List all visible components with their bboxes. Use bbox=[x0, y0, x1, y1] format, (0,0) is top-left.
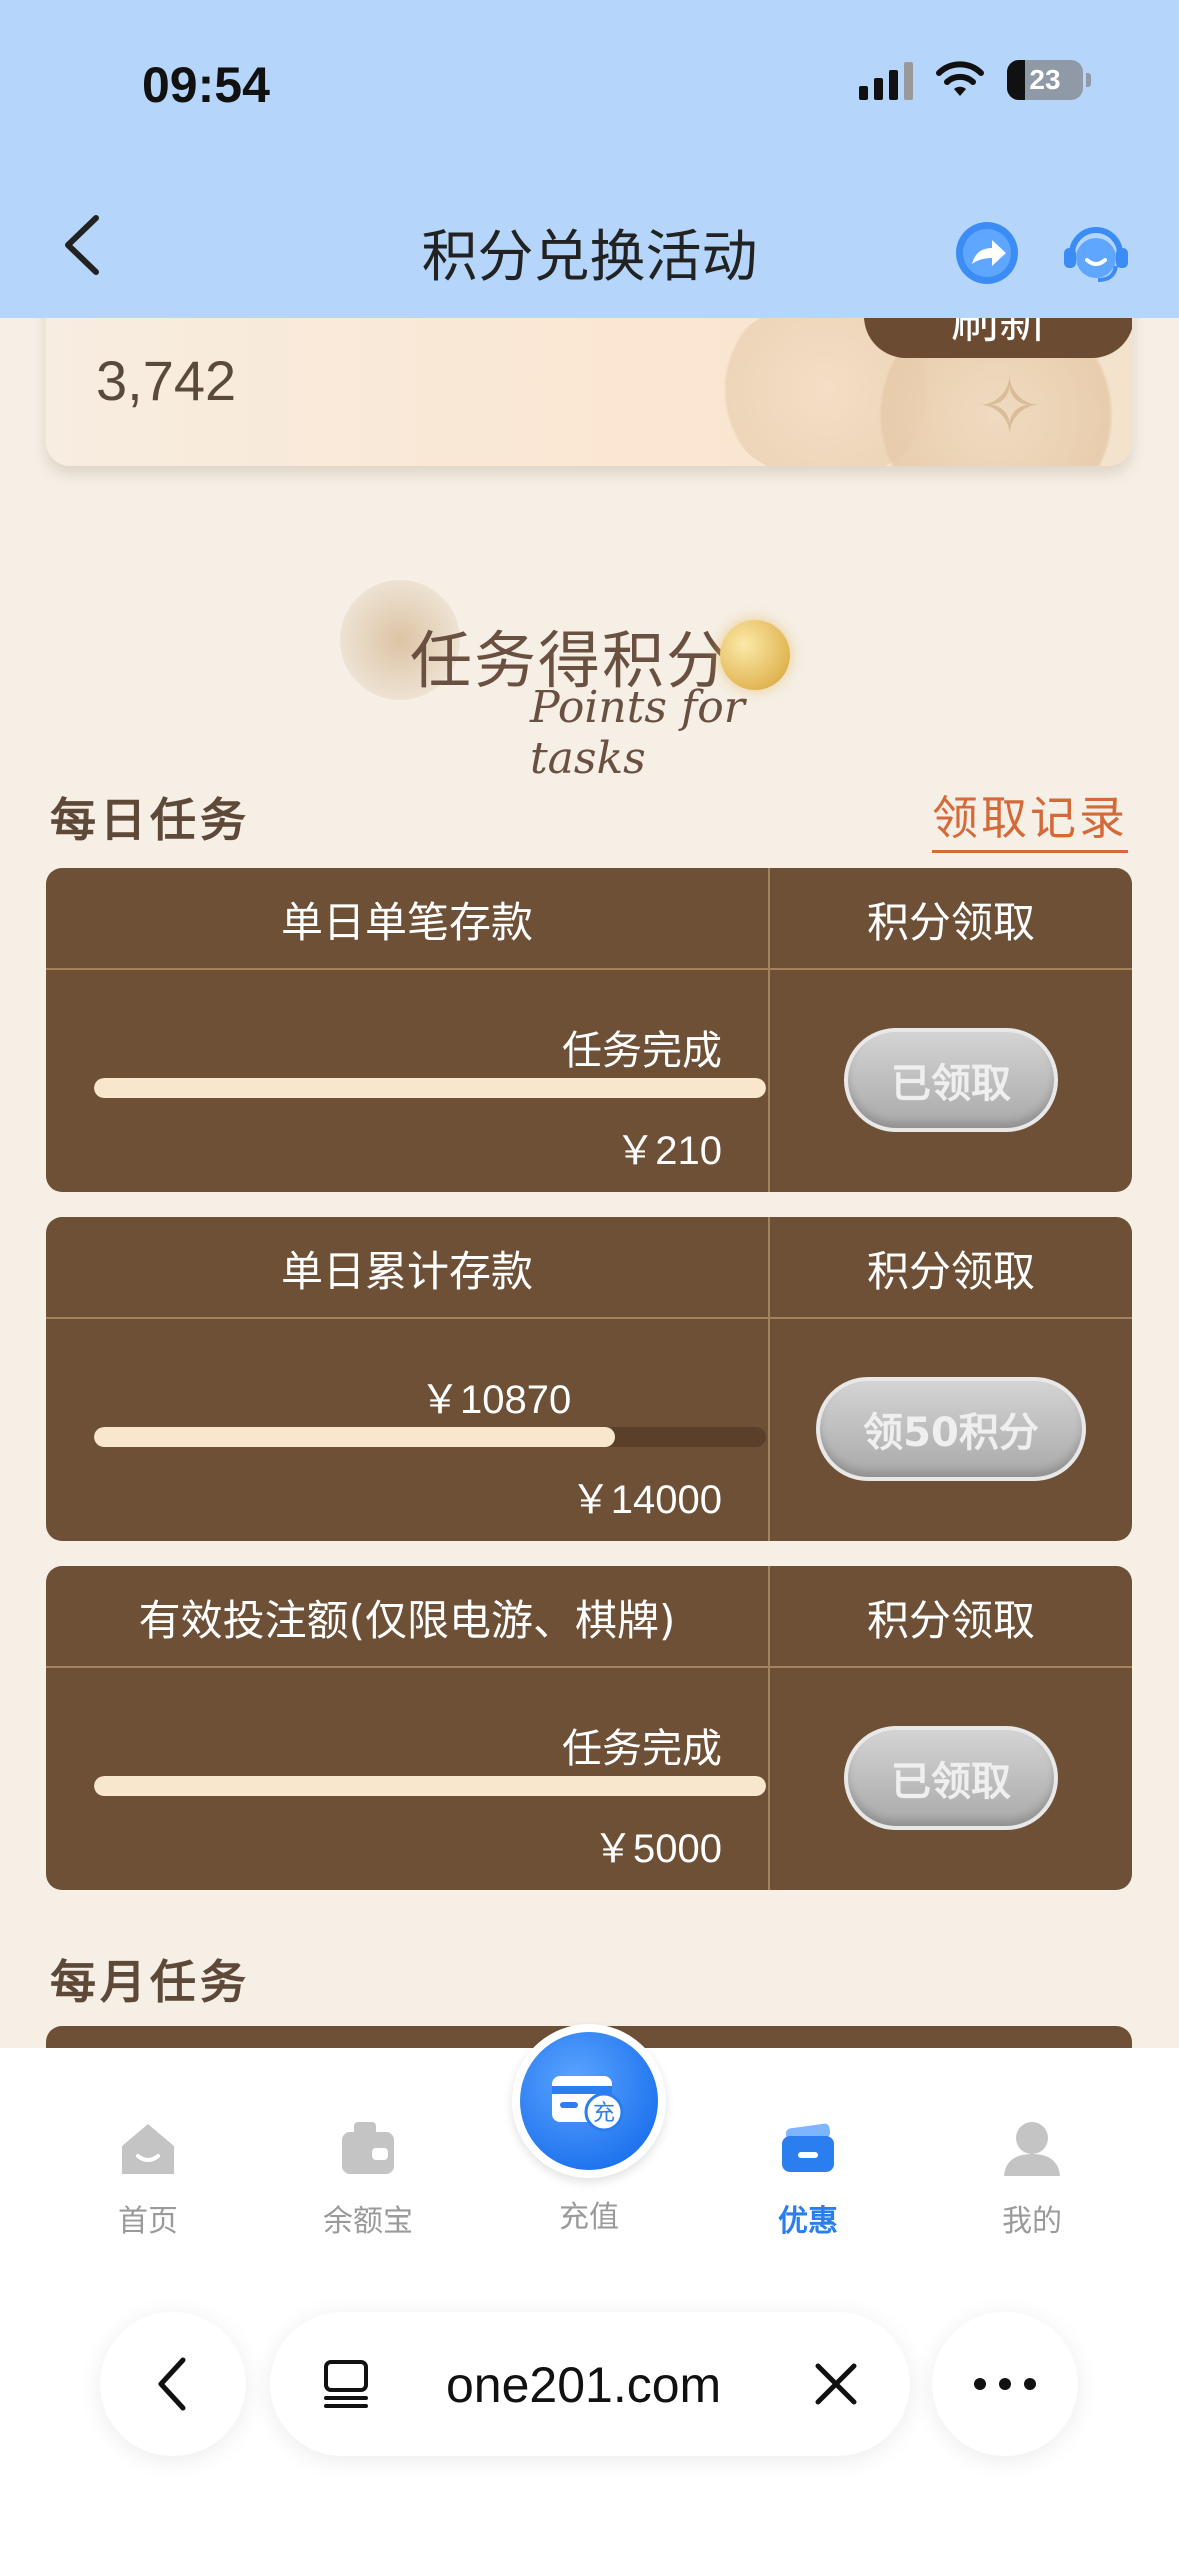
wifi-icon bbox=[936, 61, 984, 96]
tab-label: 余额宝 bbox=[323, 2204, 413, 2239]
user-icon bbox=[1004, 2122, 1060, 2176]
wallet-icon bbox=[342, 2122, 394, 2174]
tab-profile[interactable]: 我的 bbox=[962, 2118, 1102, 2240]
task-card: 有效投注额(仅限电游、棋牌) 积分领取 任务完成 ￥5000 已领取 bbox=[46, 1566, 1132, 1890]
browser-more-button[interactable] bbox=[932, 2312, 1078, 2456]
coin-glyph-icon: ✧ bbox=[976, 360, 1044, 453]
progress-bar bbox=[94, 1776, 766, 1796]
claimed-button[interactable]: 已领取 bbox=[844, 1028, 1058, 1132]
tab-wallet[interactable]: 余额宝 bbox=[298, 2118, 438, 2240]
coin-icon bbox=[720, 620, 790, 690]
banner-subtitle: Points for tasks bbox=[530, 682, 745, 784]
claim-column-header: 积分领取 bbox=[866, 1595, 1035, 1645]
claim-history-link[interactable]: 领取记录 bbox=[932, 782, 1128, 853]
close-icon[interactable] bbox=[810, 2358, 862, 2410]
task-name: 单日单笔存款 bbox=[280, 897, 533, 947]
recharge-button[interactable]: 充 bbox=[512, 2024, 666, 2178]
task-name: 有效投注额(仅限电游、棋牌) bbox=[138, 1595, 676, 1645]
task-target: ￥5000 bbox=[593, 1827, 722, 1871]
daily-tasks-label: 每日任务 bbox=[50, 793, 250, 847]
tab-label: 充值 bbox=[559, 2200, 619, 2235]
task-card: 单日单笔存款 积分领取 任务完成 ￥210 已领取 bbox=[46, 868, 1132, 1192]
status-icons: 23 bbox=[859, 60, 1091, 100]
monthly-tasks-label: 每月任务 bbox=[50, 1955, 250, 2009]
task-banner: 任务得积分 Points for tasks bbox=[340, 560, 860, 784]
progress-fill bbox=[94, 1078, 766, 1098]
recharge-card-icon: 充 bbox=[552, 2076, 624, 2132]
chevron-left-icon bbox=[158, 2357, 186, 2411]
recharge-badge: 充 bbox=[593, 2101, 615, 2126]
progress-bar bbox=[94, 1078, 766, 1098]
task-status: 任务完成 bbox=[562, 1726, 722, 1772]
task-status: 任务完成 bbox=[562, 1028, 722, 1074]
task-card: 单日累计存款 积分领取 ￥10870 ￥14000 领50积分 bbox=[46, 1217, 1132, 1541]
claim-column-header: 积分领取 bbox=[866, 1246, 1035, 1296]
home-icon bbox=[122, 2124, 174, 2174]
tabs-list-icon bbox=[324, 2360, 368, 2408]
more-dots-icon bbox=[974, 2378, 1036, 2390]
tab-label: 优惠 bbox=[778, 2204, 838, 2239]
share-icon[interactable] bbox=[952, 218, 1022, 288]
claimed-button[interactable]: 已领取 bbox=[844, 1726, 1058, 1830]
progress-fill bbox=[94, 1776, 766, 1796]
status-time: 09:54 bbox=[142, 57, 270, 113]
address-bar[interactable]: one201.com bbox=[270, 2312, 910, 2456]
url-text: one201.com bbox=[446, 2357, 722, 2413]
task-target: ￥210 bbox=[615, 1129, 722, 1173]
progress-bar bbox=[94, 1427, 766, 1447]
tab-label: 我的 bbox=[1002, 2204, 1062, 2239]
browser-back-button[interactable] bbox=[100, 2312, 246, 2456]
tab-promo[interactable]: 优惠 bbox=[738, 2118, 878, 2240]
customer-service-icon[interactable] bbox=[1058, 218, 1134, 288]
tab-label: 首页 bbox=[118, 2204, 178, 2239]
progress-fill bbox=[94, 1427, 616, 1447]
points-balance: 3,742 bbox=[96, 349, 237, 412]
task-target: ￥14000 bbox=[570, 1478, 722, 1522]
signal-icon bbox=[859, 60, 913, 100]
battery-icon: 23 bbox=[1007, 60, 1091, 100]
battery-level: 23 bbox=[1029, 64, 1061, 95]
claim-column-header: 积分领取 bbox=[866, 897, 1035, 947]
task-progress-value: ￥10870 bbox=[420, 1378, 572, 1422]
promo-icon bbox=[782, 2123, 834, 2172]
task-name: 单日累计存款 bbox=[280, 1246, 533, 1296]
claim-points-button[interactable]: 领50积分 bbox=[816, 1377, 1086, 1481]
bottom-tab-bar: 首页 余额宝 充 充值 优惠 我的 bbox=[0, 2024, 1179, 2556]
top-bar: 09:54 23 积分兑换活动 bbox=[0, 0, 1179, 318]
tab-home[interactable]: 首页 bbox=[78, 2118, 218, 2240]
